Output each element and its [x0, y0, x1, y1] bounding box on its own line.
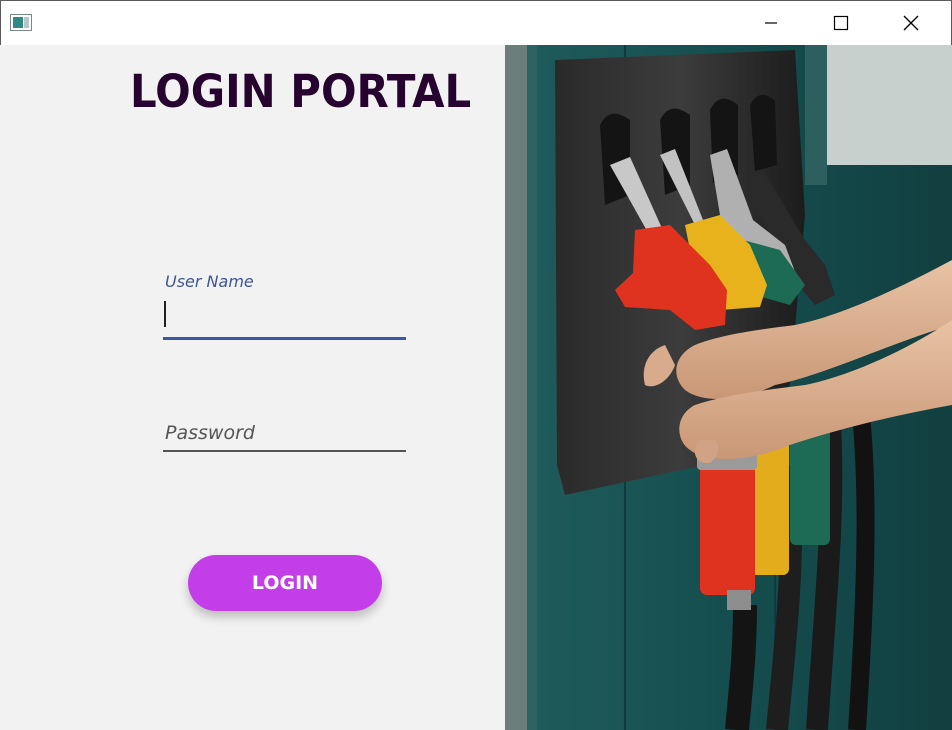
password-field[interactable] — [163, 407, 406, 452]
minimize-icon — [765, 22, 777, 24]
fuel-pump-illustration — [505, 45, 952, 730]
login-panel: LOGIN PORTAL User Name LOGIN — [0, 45, 505, 730]
window-title-bar — [0, 0, 952, 45]
maximize-icon — [833, 15, 849, 31]
username-input[interactable] — [163, 309, 401, 331]
login-button[interactable]: LOGIN — [188, 555, 382, 611]
fuel-pump-photo — [505, 45, 952, 730]
close-icon — [903, 15, 919, 31]
username-label: User Name — [165, 272, 254, 291]
page-title: LOGIN PORTAL — [130, 65, 472, 118]
minimize-button[interactable] — [748, 1, 794, 45]
app-icon — [10, 14, 32, 31]
password-input[interactable] — [163, 422, 401, 444]
close-button[interactable] — [888, 1, 934, 45]
username-field[interactable] — [163, 295, 406, 340]
maximize-button[interactable] — [818, 1, 864, 45]
